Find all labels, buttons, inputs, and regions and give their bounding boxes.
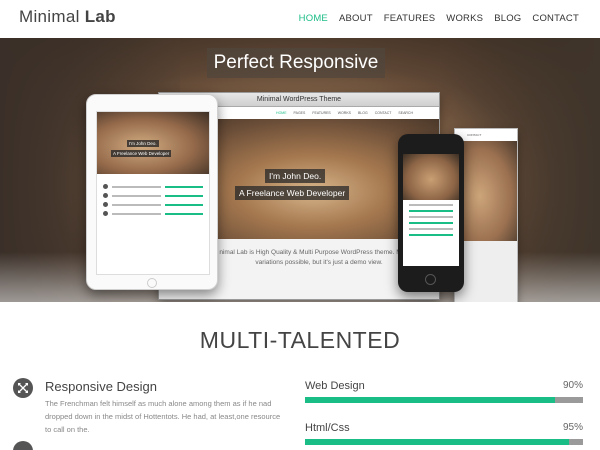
logo-light-text: Minimal xyxy=(19,7,85,26)
tablet-home-button-icon xyxy=(147,278,157,288)
feature-title: Responsive Design xyxy=(45,379,158,394)
mini-nav-contact: CONTACT xyxy=(374,111,392,115)
mini-nav-works: WORKS xyxy=(337,111,352,115)
device-tablet-right-nav: CONTACT xyxy=(455,129,517,141)
skill-percent: 95% xyxy=(562,422,583,433)
phone-home-button-icon xyxy=(425,274,436,285)
skill-fill xyxy=(305,439,570,445)
device-tablet-right-photo xyxy=(455,141,517,241)
logo-bold-text: Lab xyxy=(84,7,116,26)
browser-title: Minimal WordPress Theme xyxy=(256,96,342,103)
nav-item-works[interactable]: WORKS xyxy=(446,13,483,24)
hero-title: Perfect Responsive xyxy=(207,48,385,78)
mini-nav-home: HOME xyxy=(276,111,287,115)
skill-track xyxy=(305,439,583,445)
tablet-screen: I'm John Deo. A Freelance Web Developer xyxy=(96,111,210,275)
phone-photo xyxy=(403,154,459,200)
hero-banner: Perfect Responsive CONTACT Minimal WordP… xyxy=(0,38,600,302)
skill-track xyxy=(305,397,583,403)
nav-item-home[interactable]: HOME xyxy=(299,13,328,24)
expand-arrows-icon xyxy=(13,378,33,398)
tablet-photo: I'm John Deo. A Freelance Web Developer xyxy=(97,112,209,174)
skill-fill xyxy=(305,397,556,403)
tablet-skill-row xyxy=(97,200,209,209)
nav-item-features[interactable]: FEATURES xyxy=(384,13,436,24)
skill-name: Web Design xyxy=(305,380,365,392)
tablet-tagline-name: I'm John Deo. xyxy=(127,140,159,147)
device-phone xyxy=(398,134,464,292)
main-nav: HOME ABOUT FEATURES WORKS BLOG CONTACT xyxy=(299,13,579,24)
mini-nav-features: FEATURES xyxy=(312,111,331,115)
site-logo[interactable]: Minimal Lab xyxy=(19,7,116,27)
skill-percent: 90% xyxy=(562,380,583,391)
tablet-skill-row xyxy=(97,182,209,191)
section-title: MULTI-TALENTED xyxy=(199,327,401,353)
nav-item-blog[interactable]: BLOG xyxy=(494,13,521,24)
tablet-description xyxy=(97,174,209,182)
nav-item-about[interactable]: ABOUT xyxy=(339,13,373,24)
device-tablet-left: I'm John Deo. A Freelance Web Developer xyxy=(86,94,218,290)
hero-tagline-name: I'm John Deo. xyxy=(265,169,326,183)
feature-description: The Frenchman felt himself as much alone… xyxy=(45,399,281,434)
feature-icon xyxy=(13,441,33,450)
tablet-skill-row xyxy=(97,191,209,200)
skill-name: Html/Css xyxy=(305,422,350,434)
hero-tagline-role: A Freelance Web Developer xyxy=(235,186,350,200)
tablet-tagline-role: A Freelance Web Developer xyxy=(111,150,172,157)
tablet-skill-row xyxy=(97,209,209,218)
mini-nav-blog: BLOG xyxy=(358,111,368,115)
nav-item-contact[interactable]: CONTACT xyxy=(532,13,579,24)
mini-nav-search: SEARCH xyxy=(398,111,413,115)
site-header: Minimal Lab HOME ABOUT FEATURES WORKS BL… xyxy=(0,0,600,38)
phone-screen xyxy=(403,154,459,266)
mini-nav-pages: PAGES xyxy=(293,111,306,115)
